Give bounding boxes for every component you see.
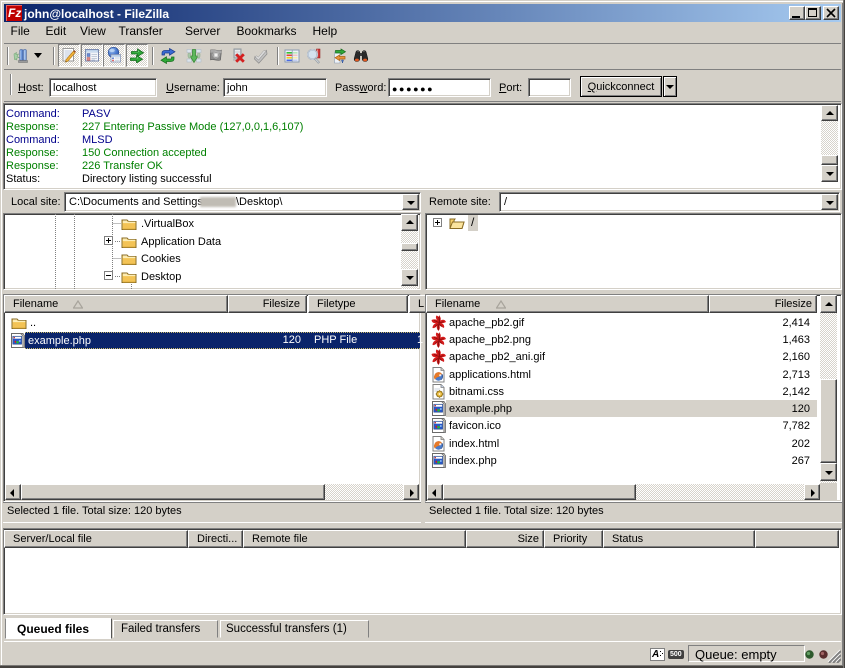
svg-text:Fz: Fz	[8, 6, 21, 20]
